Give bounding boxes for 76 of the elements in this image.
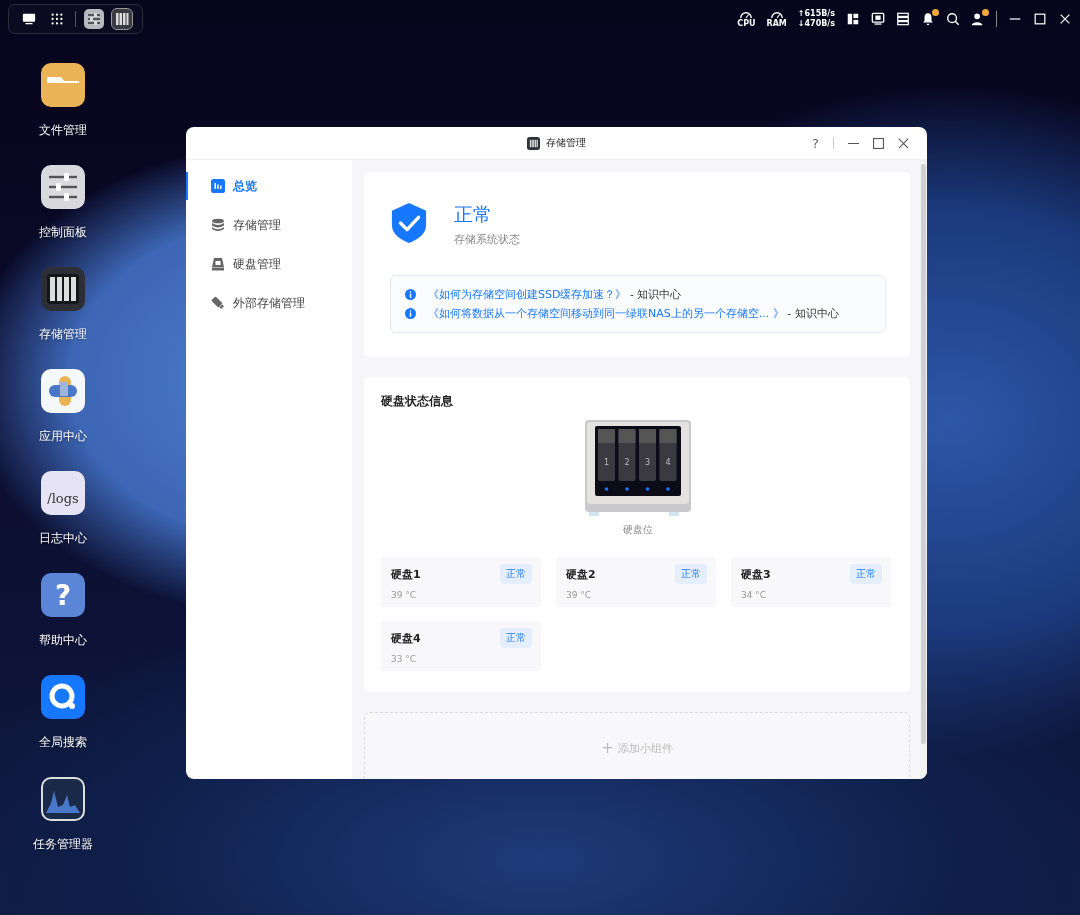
app-label: 文件管理: [39, 123, 87, 137]
bay-number: 3: [644, 458, 650, 467]
disk-card[interactable]: 硬盘1 正常 39 °C: [381, 557, 541, 607]
disk-temperature: 39 °C: [566, 590, 593, 600]
app-icon[interactable]: [41, 777, 85, 821]
disk-temperature: 39 °C: [391, 590, 418, 600]
disk-card[interactable]: 硬盘4 正常 33 °C: [381, 621, 541, 671]
desktop-icon[interactable]: [22, 12, 36, 26]
sidebar-item[interactable]: 存储管理: [186, 211, 352, 239]
disk-temperature: 33 °C: [391, 654, 418, 664]
app-icon[interactable]: [41, 63, 85, 107]
app-label: 应用中心: [39, 429, 87, 443]
close-icon[interactable]: [1058, 12, 1072, 26]
status-badge: 正常: [850, 564, 882, 584]
cpu-label: CPU: [737, 19, 756, 28]
grid-icon[interactable]: [50, 12, 64, 26]
scrollbar-thumb[interactable]: [921, 164, 926, 744]
monitor-icon[interactable]: [871, 12, 885, 26]
maximize-icon[interactable]: [873, 137, 884, 149]
bay-number: 2: [623, 458, 630, 467]
article-link[interactable]: 《如何为存储空间创建SSD缓存加速？》: [428, 287, 627, 302]
disk-name: 硬盘3: [741, 566, 771, 582]
download-speed: ↓470B/s: [797, 19, 835, 29]
app-icon[interactable]: /logs: [41, 471, 85, 515]
ram-label: RAM: [766, 19, 787, 28]
chart-icon: [211, 179, 225, 193]
gauge-icon: [739, 10, 754, 19]
disk-card[interactable]: 硬盘2 正常 39 °C: [556, 557, 716, 607]
taskbar-app[interactable]: [112, 9, 132, 29]
sidebar-item[interactable]: 硬盘管理: [186, 250, 352, 278]
database-icon: [211, 218, 225, 232]
status-badge: 正常: [675, 564, 707, 584]
drive-icon: [211, 257, 225, 271]
disk-card[interactable]: 硬盘3 正常 34 °C: [731, 557, 891, 607]
disk-name: 硬盘1: [391, 566, 421, 582]
user-icon[interactable]: [971, 12, 985, 26]
upload-speed: ↑615B/s: [797, 9, 835, 19]
link-source: - 知识中心: [628, 287, 682, 302]
link-source: - 知识中心: [786, 306, 839, 321]
article-link[interactable]: 《如何将数据从一个存储空间移动到同一绿联NAS上的另一个存储空... 》: [428, 306, 784, 321]
app-label: 控制面板: [39, 225, 87, 239]
layout-icon[interactable]: [846, 12, 860, 26]
app-label: 帮助中心: [39, 633, 87, 647]
app-icon[interactable]: [41, 165, 85, 209]
bell-icon[interactable]: [921, 12, 935, 26]
status-subtitle: 存储系统状态: [454, 232, 520, 247]
status-badge: 正常: [500, 628, 532, 648]
taskbar-app[interactable]: [84, 9, 104, 29]
section-title: 硬盘状态信息: [381, 393, 454, 410]
sidebar-item[interactable]: 外部存储管理: [186, 289, 352, 317]
disk-temperature: 34 °C: [741, 590, 768, 600]
bay-number: 4: [664, 458, 671, 467]
server-icon[interactable]: [896, 12, 910, 26]
shield-check-icon: [390, 202, 428, 244]
search-icon[interactable]: [946, 12, 960, 26]
gauge-icon: [769, 10, 784, 19]
storage-icon: [527, 136, 540, 150]
app-icon[interactable]: [41, 675, 85, 719]
disk-name: 硬盘2: [566, 566, 596, 582]
app-label: 全局搜索: [39, 735, 87, 749]
app-label: 任务管理器: [33, 837, 93, 851]
disk-name: 硬盘4: [391, 630, 421, 646]
info-icon: [405, 289, 416, 300]
help-button[interactable]: ?: [812, 135, 819, 151]
app-icon[interactable]: [41, 267, 85, 311]
close-icon[interactable]: [898, 137, 909, 149]
app-icon[interactable]: ?: [41, 573, 85, 617]
usb-drive-icon: [211, 296, 225, 310]
bay-caption: 硬盘位: [622, 523, 653, 537]
app-label: 存储管理: [39, 327, 87, 341]
status-badge: 正常: [500, 564, 532, 584]
info-icon: [405, 308, 416, 319]
bay-number: 1: [603, 458, 609, 467]
app-label: 日志中心: [39, 531, 87, 545]
status-title: 正常: [454, 202, 493, 226]
window-title: 存储管理: [546, 136, 586, 150]
